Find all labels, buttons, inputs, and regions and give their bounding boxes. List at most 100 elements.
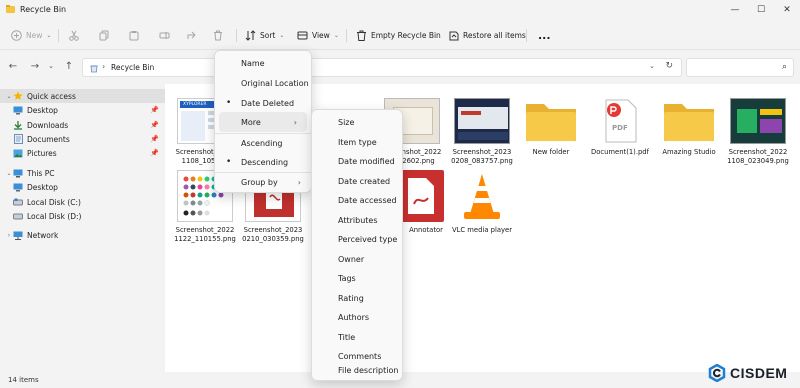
image-thumbnail: [454, 98, 510, 144]
chevron-right-icon: ›: [102, 62, 106, 71]
sort-option-ascending[interactable]: Ascending: [215, 133, 311, 153]
sidebar-item-label: Local Disk (D:): [27, 211, 82, 221]
rename-button[interactable]: [158, 26, 170, 44]
maximize-button[interactable]: ☐: [748, 0, 774, 20]
sort-option-descending[interactable]: • Descending: [215, 152, 311, 172]
sidebar-item-documents[interactable]: Documents 📌: [0, 132, 165, 146]
chevron-down-icon[interactable]: ⌄: [649, 62, 655, 70]
cut-button[interactable]: [68, 26, 80, 44]
more-option[interactable]: File description: [312, 361, 402, 381]
pin-icon: 📌: [150, 135, 159, 143]
back-button[interactable]: ←: [6, 59, 20, 73]
more-option[interactable]: Date created: [312, 172, 402, 192]
file-item[interactable]: PDF Document(1).pdf: [586, 98, 652, 168]
sidebar-item-downloads[interactable]: Downloads 📌: [0, 118, 165, 132]
file-item[interactable]: Screenshot_2022 1108_023049.png: [724, 98, 790, 168]
recycle-bin-icon: [90, 65, 98, 73]
sidebar-item-disk-d[interactable]: Local Disk (D:): [0, 209, 165, 223]
recent-locations-button[interactable]: ⌄: [44, 59, 58, 73]
drive-icon: [13, 197, 23, 207]
chevron-right-icon[interactable]: ›: [5, 232, 13, 239]
sort-label: Sort: [260, 30, 276, 40]
up-button[interactable]: ↑: [62, 59, 76, 73]
file-item[interactable]: Screenshot_2023 0208_083757.png: [448, 98, 514, 168]
more-option[interactable]: Authors: [312, 308, 402, 328]
drive-icon: [13, 211, 23, 221]
sidebar-item-network[interactable]: › Network: [0, 228, 165, 242]
delete-button[interactable]: [212, 26, 224, 44]
more-submenu: Size Item type Date modified Date create…: [311, 109, 403, 381]
file-name-line2: 0208_083757.png: [451, 157, 513, 165]
command-bar: New ⌄ Sort ⌄ View ⌄ Empty Recycle Bin Re…: [0, 20, 800, 50]
menu-item-label: Date modified: [338, 157, 395, 167]
more-option[interactable]: Owner: [312, 250, 402, 270]
search-input[interactable]: ⌕: [686, 58, 794, 77]
copy-button[interactable]: [98, 26, 110, 44]
sidebar-item-this-pc[interactable]: ⌄ This PC: [0, 166, 165, 180]
sidebar-item-desktop[interactable]: Desktop 📌: [0, 103, 165, 117]
chevron-right-icon: ›: [297, 177, 301, 187]
menu-item-label: Original Location: [241, 78, 309, 88]
menu-item-label: More: [241, 117, 261, 127]
sidebar-item-pictures[interactable]: Pictures 📌: [0, 146, 165, 160]
sidebar-item-label: Desktop: [27, 105, 58, 115]
new-button[interactable]: New ⌄: [10, 26, 51, 44]
sidebar-item-label: Network: [27, 230, 59, 240]
folder-item[interactable]: New folder: [517, 98, 583, 168]
downloads-icon: [13, 120, 23, 130]
minimize-button[interactable]: —: [722, 0, 748, 20]
more-option[interactable]: Attributes: [312, 211, 402, 231]
divider: [236, 29, 237, 42]
minimize-icon: —: [730, 5, 740, 15]
sort-button[interactable]: Sort ⌄: [244, 26, 284, 44]
sort-option-date-deleted[interactable]: • Date Deleted: [215, 93, 311, 113]
view-button[interactable]: View ⌄: [296, 26, 339, 44]
more-options-button[interactable]: ...: [538, 26, 551, 44]
window-title: Recycle Bin: [20, 5, 67, 14]
folder-item[interactable]: Amazing Studio: [655, 98, 721, 168]
copy-icon: [98, 29, 110, 41]
sidebar-item-quick-access[interactable]: ⌄ Quick access: [0, 89, 165, 103]
breadcrumb[interactable]: Recycle Bin: [111, 63, 154, 72]
star-icon: [13, 91, 23, 101]
forward-button[interactable]: →: [28, 59, 42, 73]
file-item[interactable]: VLC media player: [448, 170, 514, 242]
empty-recycle-bin-button[interactable]: Empty Recycle Bin: [355, 26, 441, 44]
more-option[interactable]: Perceived type: [312, 230, 402, 250]
share-button[interactable]: [186, 26, 198, 44]
menu-item-label: Date accessed: [338, 196, 397, 206]
paste-icon: [128, 29, 140, 41]
sort-option-group-by[interactable]: Group by ›: [215, 172, 311, 192]
paste-button[interactable]: [128, 26, 140, 44]
restore-all-button[interactable]: Restore all items: [447, 26, 526, 44]
more-option[interactable]: Date modified: [312, 152, 402, 172]
pin-icon: 📌: [150, 121, 159, 129]
chevron-down-icon[interactable]: ⌄: [5, 170, 13, 177]
more-option[interactable]: Item type: [312, 133, 402, 153]
maximize-icon: ☐: [756, 5, 766, 15]
address-bar[interactable]: › Recycle Bin ⌄ ↻: [82, 58, 682, 77]
more-option[interactable]: Date accessed: [312, 191, 402, 211]
more-option[interactable]: Rating: [312, 289, 402, 309]
close-icon: ✕: [783, 5, 791, 15]
sort-icon: [244, 29, 256, 41]
sidebar-item-label: Downloads: [27, 120, 69, 130]
sidebar-item-disk-c[interactable]: Local Disk (C:): [0, 195, 165, 209]
sort-option-more[interactable]: More ›: [219, 112, 307, 132]
file-name-line1: Screenshot_2022: [728, 148, 788, 156]
more-option[interactable]: Tags: [312, 269, 402, 289]
more-option[interactable]: Title: [312, 328, 402, 348]
sidebar-item-pc-desktop[interactable]: Desktop: [0, 180, 165, 194]
view-label: View: [312, 30, 330, 40]
file-name-line1: Screenshot_2023: [452, 148, 512, 156]
file-name: Document(1).pdf: [586, 148, 654, 157]
sort-option-name[interactable]: Name: [215, 53, 311, 73]
more-option[interactable]: Size: [312, 113, 402, 133]
file-name: Screenshot_2023 0210_030359.png: [239, 226, 307, 244]
sort-option-original-location[interactable]: Original Location: [215, 73, 311, 93]
file-name-line1: VLC media player: [451, 226, 513, 234]
refresh-icon[interactable]: ↻: [665, 61, 673, 71]
chevron-down-icon[interactable]: ⌄: [5, 93, 13, 100]
network-icon: [13, 230, 23, 240]
close-button[interactable]: ✕: [774, 0, 800, 20]
